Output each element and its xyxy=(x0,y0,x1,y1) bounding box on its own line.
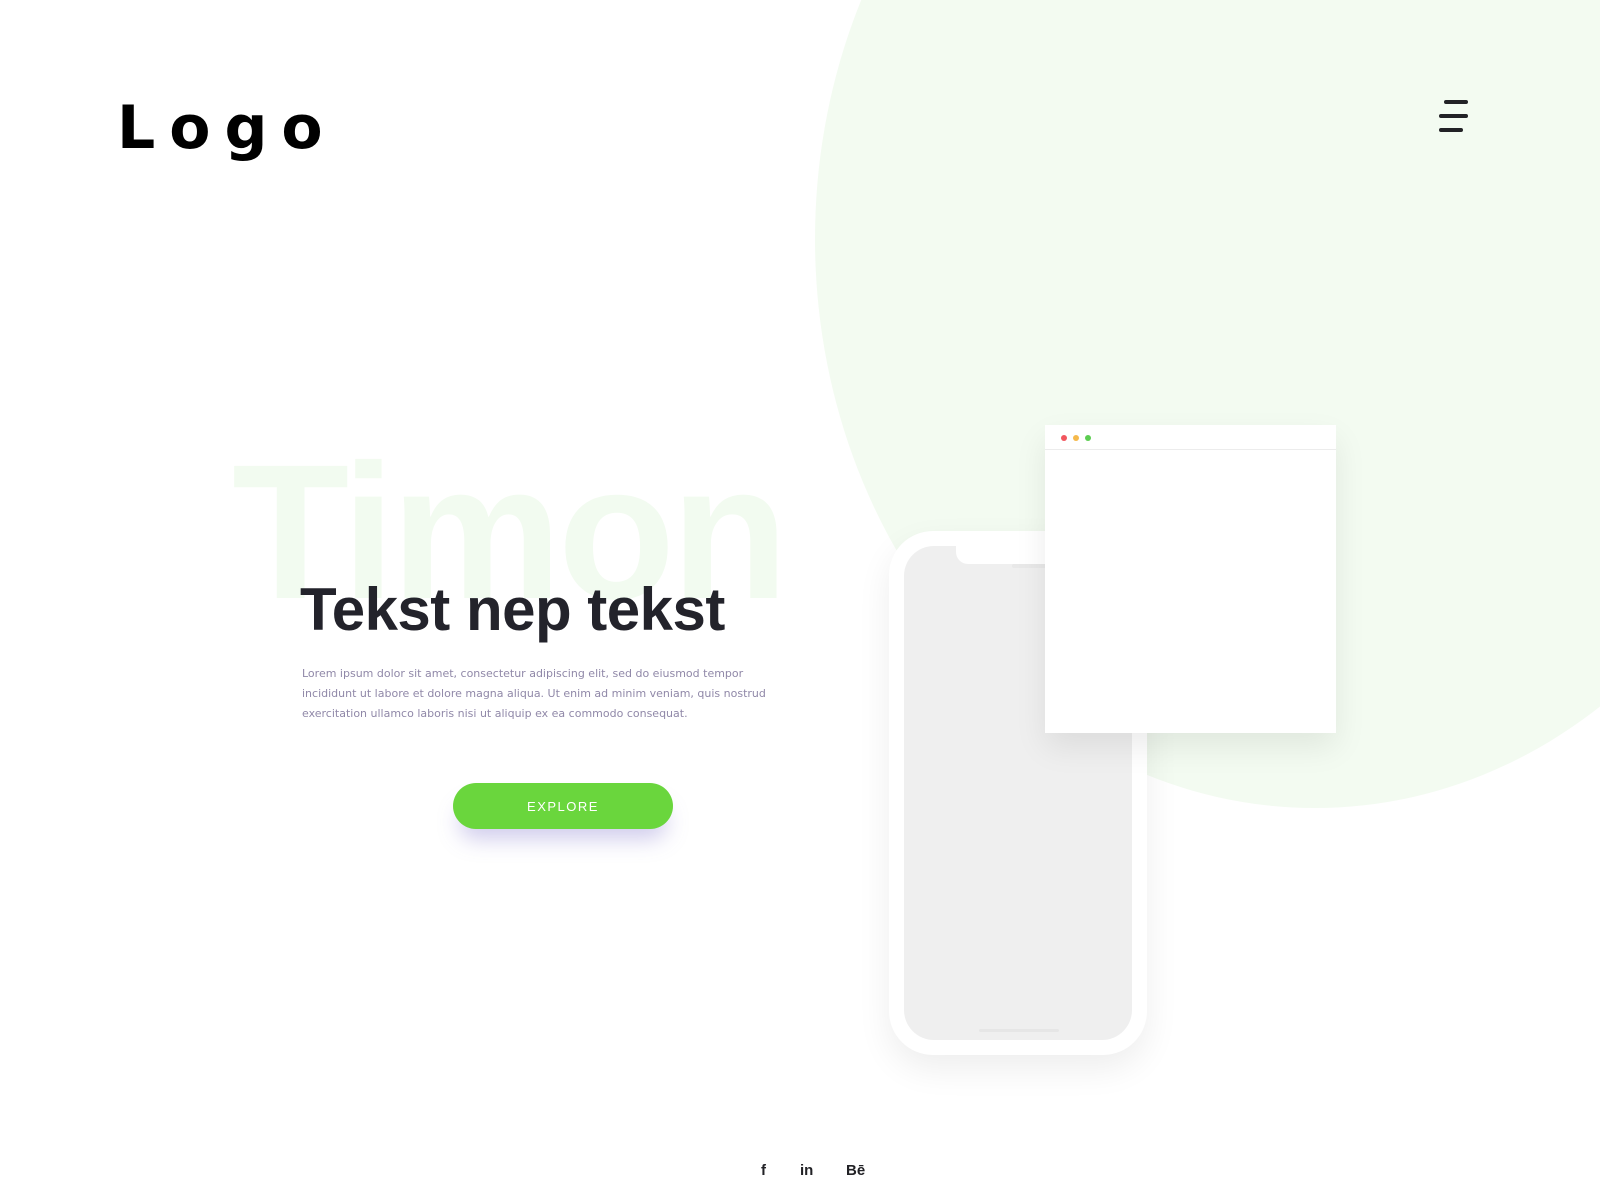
facebook-icon[interactable]: f xyxy=(761,1160,766,1182)
explore-button[interactable]: EXPLORE xyxy=(453,783,673,829)
menu-line xyxy=(1439,114,1468,118)
hamburger-menu-icon[interactable] xyxy=(1436,98,1474,136)
window-minimize-dot-icon xyxy=(1073,435,1079,441)
hero-body-text: Lorem ipsum dolor sit amet, consectetur … xyxy=(302,667,766,720)
behance-icon[interactable]: Bē xyxy=(846,1160,865,1182)
landing-page: Logo Timon Tekst nep tekst Lorem ipsum d… xyxy=(0,0,1600,1200)
phone-home-indicator xyxy=(979,1029,1059,1032)
linkedin-icon[interactable]: in xyxy=(800,1160,813,1182)
hero-headline: Tekst nep tekst xyxy=(300,576,725,643)
window-maximize-dot-icon xyxy=(1085,435,1091,441)
browser-title-bar xyxy=(1045,425,1336,450)
logo[interactable]: Logo xyxy=(117,88,337,168)
window-close-dot-icon xyxy=(1061,435,1067,441)
browser-window-mockup xyxy=(1045,425,1336,733)
menu-line xyxy=(1439,128,1463,132)
menu-line xyxy=(1444,100,1468,104)
